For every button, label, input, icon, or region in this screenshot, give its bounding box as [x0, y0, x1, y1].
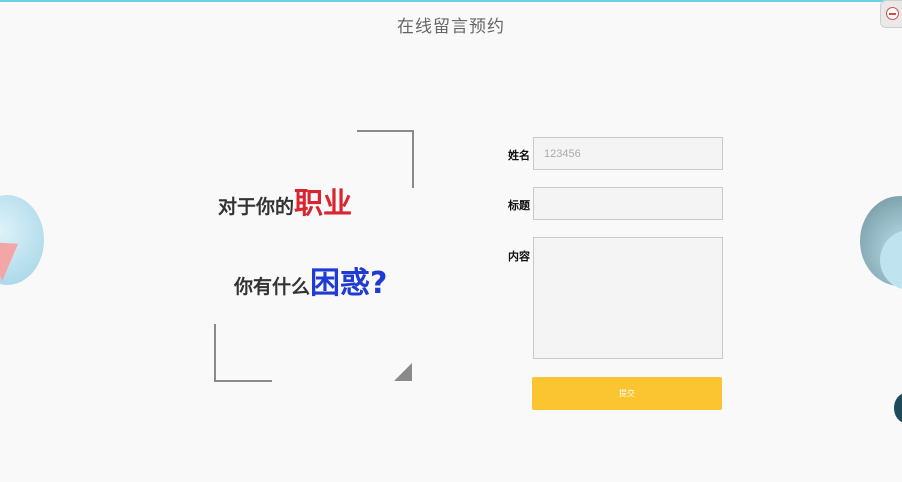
top-accent-bar [0, 0, 902, 2]
slogan-line-2-highlight: 困惑? [310, 266, 388, 301]
content-label: 内容 [508, 250, 530, 263]
collapse-button[interactable] [880, 0, 902, 28]
slogan-line-2-prefix: 你有什么 [234, 276, 311, 298]
title-label: 标题 [508, 199, 530, 212]
submit-button[interactable]: 提交 [532, 377, 722, 410]
frame-corner-triangle [394, 363, 412, 381]
slogan-line-1-highlight: 职业 [294, 186, 353, 220]
slogan-line-1: 对于你的职业 [218, 180, 352, 222]
slogan-line-1-prefix: 对于你的 [218, 196, 295, 218]
minus-circle-icon [886, 7, 899, 20]
floating-chat-button[interactable] [894, 393, 902, 423]
name-label: 姓名 [508, 149, 530, 162]
content-textarea[interactable] [533, 237, 723, 359]
title-input[interactable] [533, 187, 723, 220]
frame-corner-top-right [357, 130, 414, 188]
name-input[interactable] [533, 137, 723, 170]
frame-corner-bottom-left [214, 324, 272, 382]
page-title: 在线留言预约 [397, 17, 505, 37]
slogan-line-2: 你有什么困惑? [234, 258, 387, 302]
